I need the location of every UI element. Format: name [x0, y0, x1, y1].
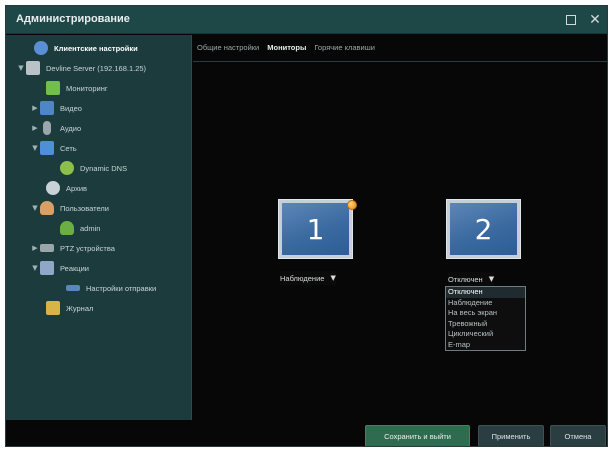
title-bar: Администрирование ✕ — [6, 6, 607, 34]
admin-window: Администрирование ✕ Клиентские настройки… — [5, 5, 608, 447]
main-panel: Общие настройки Мониторы Горячие клавиши… — [193, 35, 607, 420]
tab-general-settings[interactable]: Общие настройки — [197, 43, 259, 57]
gear-icon — [34, 41, 48, 55]
monitor-2-mode-select[interactable]: Отключен ▼ — [448, 272, 495, 286]
tree-item-ptz[interactable]: ▶ PTZ устройства — [30, 239, 115, 257]
monitor-2-number: 2 — [450, 203, 517, 255]
dropdown-option[interactable]: Наблюдение — [446, 298, 525, 309]
archive-icon — [46, 181, 60, 195]
chevron-down-icon: ▼ — [488, 275, 495, 283]
tree-item-archive[interactable]: Архив — [36, 179, 87, 197]
ptz-camera-icon — [40, 244, 54, 252]
maximize-icon[interactable] — [562, 11, 580, 29]
reactions-icon — [40, 261, 54, 275]
send-settings-icon — [66, 285, 80, 291]
tree-item-journal[interactable]: Журнал — [36, 299, 93, 317]
dropdown-option[interactable]: На весь экран — [446, 308, 525, 319]
tree-item-admin[interactable]: admin — [50, 219, 100, 237]
tree-item-users[interactable]: ▼ Пользователи — [30, 199, 109, 217]
server-icon — [26, 61, 40, 75]
users-icon — [40, 201, 54, 215]
tree-item-server[interactable]: ▼ Devline Server (192.168.1.25) — [16, 59, 146, 77]
save-and-exit-button[interactable]: Сохранить и выйти — [365, 425, 470, 446]
monitoring-icon — [46, 81, 60, 95]
tree-item-video[interactable]: ▶ Видео — [30, 99, 82, 117]
tree-item-send-settings[interactable]: Настройки отправки — [56, 279, 156, 297]
apply-button[interactable]: Применить — [478, 425, 544, 446]
monitor-1-number: 1 — [282, 203, 349, 255]
tab-hotkeys[interactable]: Горячие клавиши — [314, 43, 375, 57]
tab-monitors[interactable]: Мониторы — [267, 43, 306, 57]
monitor-1-mode-select[interactable]: Наблюдение ▼ — [280, 271, 336, 285]
warning-badge-icon — [347, 200, 357, 210]
footer-bar: Сохранить и выйти Применить Отмена — [6, 420, 607, 446]
monitor-2-mode-dropdown: Отключен Наблюдение На весь экран Тревож… — [445, 286, 526, 351]
monitor-1[interactable]: 1 — [278, 199, 353, 259]
dropdown-option[interactable]: Отключен — [446, 287, 525, 298]
tab-bar: Общие настройки Мониторы Горячие клавиши — [197, 43, 375, 57]
window-title: Администрирование — [16, 13, 130, 25]
monitor-2[interactable]: 2 — [446, 199, 521, 259]
network-icon — [40, 141, 54, 155]
tree-item-audio[interactable]: ▶ Аудио — [30, 119, 81, 137]
tab-divider — [193, 61, 607, 62]
globe-icon — [60, 161, 74, 175]
dropdown-option[interactable]: Циклический — [446, 329, 525, 340]
video-icon — [40, 101, 54, 115]
journal-icon — [46, 301, 60, 315]
dropdown-option[interactable]: Тревожный — [446, 319, 525, 330]
tree-item-reactions[interactable]: ▼ Реакции — [30, 259, 89, 277]
cancel-button[interactable]: Отмена — [550, 425, 606, 446]
user-icon — [60, 221, 74, 235]
tree-item-dynamic-dns[interactable]: Dynamic DNS — [50, 159, 127, 177]
settings-tree: Клиентские настройки ▼ Devline Server (1… — [6, 35, 192, 420]
microphone-icon — [43, 121, 51, 135]
tree-item-network[interactable]: ▼ Сеть — [30, 139, 77, 157]
dropdown-option[interactable]: E-map — [446, 340, 525, 351]
tree-item-client-settings[interactable]: Клиентские настройки — [24, 39, 138, 57]
tree-item-monitoring[interactable]: Мониторинг — [36, 79, 108, 97]
close-icon[interactable]: ✕ — [586, 11, 604, 29]
chevron-down-icon: ▼ — [330, 274, 336, 282]
